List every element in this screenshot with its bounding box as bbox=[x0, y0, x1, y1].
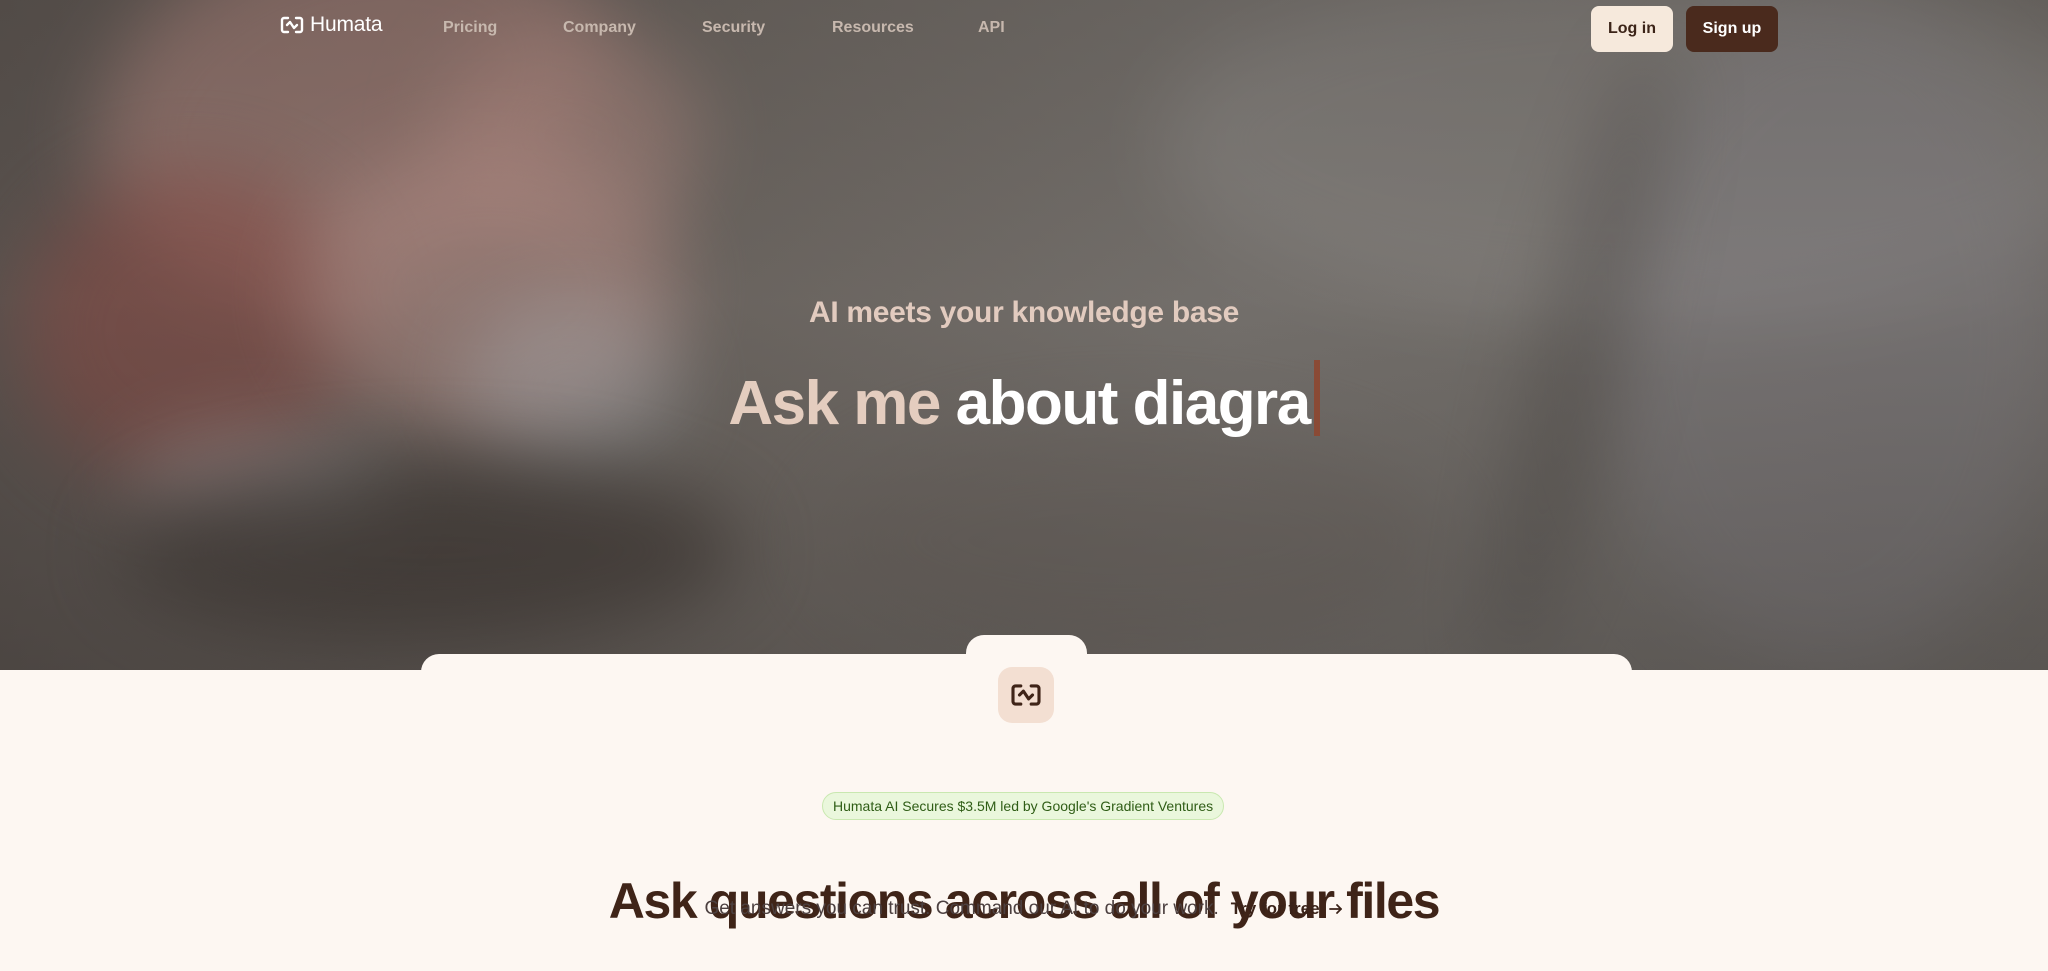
humata-logo-icon bbox=[280, 16, 304, 34]
nav-link-company[interactable]: Company bbox=[563, 19, 636, 37]
hero-background bbox=[0, 0, 2048, 670]
nav-link-pricing[interactable]: Pricing bbox=[443, 19, 497, 37]
top-nav: Humata Pricing Company Security Resource… bbox=[0, 0, 2048, 58]
typing-caret bbox=[1313, 360, 1320, 436]
tagline-row: Get answers you can trust. Command our A… bbox=[0, 898, 2048, 920]
humata-logo-icon bbox=[1011, 684, 1041, 706]
arrow-right-icon bbox=[1328, 904, 1342, 914]
news-badge[interactable]: Humata AI Secures $3.5M led by Google's … bbox=[822, 792, 1225, 820]
signup-button[interactable]: Sign up bbox=[1686, 6, 1778, 52]
hero-title-lead: Ask me bbox=[728, 369, 941, 438]
brand-name: Humata bbox=[310, 13, 383, 36]
login-button[interactable]: Log in bbox=[1591, 6, 1673, 52]
nav-link-api[interactable]: API bbox=[978, 19, 1005, 37]
tagline-text: Get answers you can trust. Command our A… bbox=[704, 898, 1219, 919]
humata-badge bbox=[998, 667, 1054, 723]
try-for-free-label: Try for free bbox=[1230, 899, 1320, 918]
brand-logo[interactable]: Humata bbox=[280, 13, 383, 37]
nav-link-security[interactable]: Security bbox=[702, 19, 765, 37]
nav-link-resources[interactable]: Resources bbox=[832, 19, 914, 37]
try-for-free-link[interactable]: Try for free bbox=[1231, 899, 1344, 919]
hero-title-typed: about diagra bbox=[955, 369, 1312, 438]
hero-subtitle: AI meets your knowledge base bbox=[808, 296, 1240, 329]
hero-title: Ask me about diagra bbox=[0, 360, 2048, 439]
